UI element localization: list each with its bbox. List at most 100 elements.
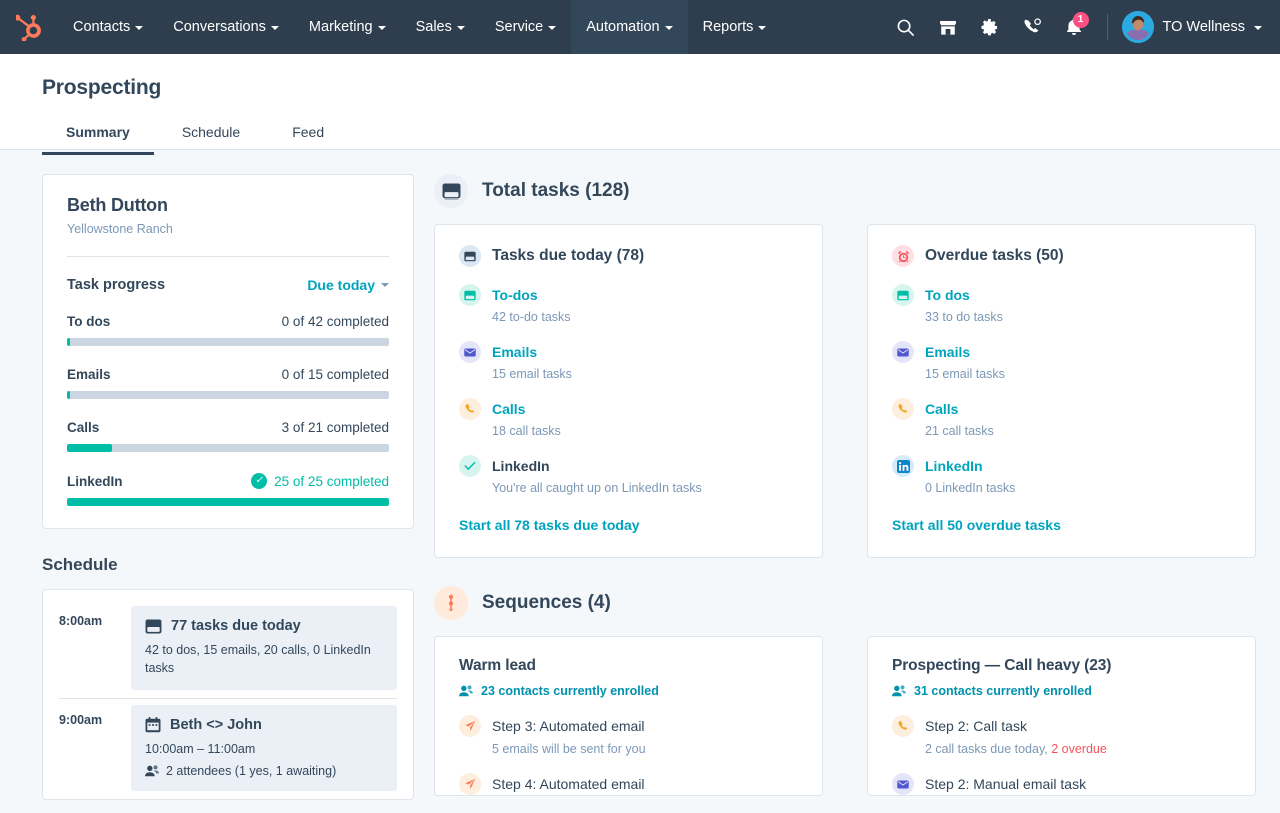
task-item-label: Emails xyxy=(925,344,970,360)
account-name: TO Wellness xyxy=(1163,19,1245,35)
task-item-todos[interactable]: To dos 33 to do tasks xyxy=(892,284,1231,324)
search-icon[interactable] xyxy=(887,8,925,46)
start-all-overdue-tasks-link[interactable]: Start all 50 overdue tasks xyxy=(892,517,1061,533)
progress-label: LinkedIn xyxy=(67,474,123,489)
task-item-todos[interactable]: To-dos 42 to-do tasks xyxy=(459,284,798,324)
schedule-event-block[interactable]: Beth <> John 10:00am – 11:00am xyxy=(131,705,397,791)
schedule-row[interactable]: 8:00am 77 tasks due today xyxy=(59,600,397,698)
nav-label: Service xyxy=(495,19,543,35)
sequences-section-header: Sequences (4) xyxy=(434,586,1256,620)
sequence-step[interactable]: Step 2: Call task 2 call tasks due today… xyxy=(892,715,1231,756)
paper-plane-icon xyxy=(459,773,481,795)
sequence-step-label: Step 4: Automated email xyxy=(492,776,645,792)
alarm-clock-icon xyxy=(892,245,914,267)
sequence-card-warm-lead: Warm lead 23 contacts currently enrolled xyxy=(434,636,823,796)
task-item-label: Emails xyxy=(492,344,537,360)
nav-item-sales[interactable]: Sales xyxy=(401,0,480,54)
nav-item-service[interactable]: Service xyxy=(480,0,571,54)
sequence-enrolled-text: 31 contacts currently enrolled xyxy=(914,684,1092,698)
phone-icon xyxy=(459,398,481,420)
sequence-step[interactable]: Step 2: Manual email task xyxy=(892,773,1231,795)
progress-row-calls: Calls 3 of 21 completed xyxy=(67,420,389,452)
sequence-title: Prospecting — Call heavy (23) xyxy=(892,657,1231,675)
nav-menu: Contacts Conversations Marketing Sales S… xyxy=(58,0,781,54)
nav-label: Sales xyxy=(416,19,452,35)
sequence-step[interactable]: Step 4: Automated email xyxy=(459,773,798,795)
schedule-card: 8:00am 77 tasks due today xyxy=(42,589,414,800)
contacts-icon xyxy=(459,685,473,697)
task-item-label: LinkedIn xyxy=(925,458,983,474)
progress-bar-fill xyxy=(67,391,70,399)
calling-icon[interactable] xyxy=(1013,8,1051,46)
tab-schedule[interactable]: Schedule xyxy=(158,118,264,155)
notifications-bell-icon[interactable]: 1 xyxy=(1055,8,1093,46)
task-item-sub: 18 call tasks xyxy=(459,424,798,438)
progress-label: Emails xyxy=(67,367,111,382)
attendees-icon xyxy=(145,765,159,777)
task-item-emails[interactable]: Emails 15 email tasks xyxy=(459,341,798,381)
nav-item-marketing[interactable]: Marketing xyxy=(294,0,401,54)
contact-company: Yellowstone Ranch xyxy=(67,222,389,236)
avatar xyxy=(1122,11,1154,43)
task-item-label: To-dos xyxy=(492,287,538,303)
nav-item-contacts[interactable]: Contacts xyxy=(58,0,158,54)
schedule-event-attendees: 2 attendees (1 yes, 1 awaiting) xyxy=(145,764,383,778)
task-progress-header: Task progress Due today xyxy=(67,277,389,293)
tasks-due-today-card: Tasks due today (78) To-dos 42 to-do tas… xyxy=(434,224,823,558)
progress-row-todos: To dos 0 of 42 completed xyxy=(67,314,389,346)
divider xyxy=(67,256,389,257)
progress-row-emails: Emails 0 of 15 completed xyxy=(67,367,389,399)
progress-value-text: 25 of 25 completed xyxy=(274,474,389,489)
settings-gear-icon[interactable] xyxy=(971,8,1009,46)
progress-bar-fill xyxy=(67,444,112,452)
top-navigation-bar: Contacts Conversations Marketing Sales S… xyxy=(0,0,1280,54)
task-item-label: To dos xyxy=(925,287,970,303)
progress-bar-fill xyxy=(67,498,389,506)
account-menu[interactable]: TO Wellness xyxy=(1122,11,1266,43)
sequence-enrolled-link[interactable]: 31 contacts currently enrolled xyxy=(892,684,1231,698)
email-icon xyxy=(892,341,914,363)
sequence-step-label: Step 2: Manual email task xyxy=(925,776,1086,792)
marketplace-icon[interactable] xyxy=(929,8,967,46)
schedule-event-sub: 10:00am – 11:00am xyxy=(145,740,383,758)
todo-icon xyxy=(892,284,914,306)
nav-right-actions: 1 TO Wellness xyxy=(887,0,1266,54)
schedule-event-block[interactable]: 77 tasks due today 42 to dos, 15 emails,… xyxy=(131,606,397,690)
schedule-row[interactable]: 9:00am xyxy=(59,698,397,799)
total-tasks-section-header: Total tasks (128) xyxy=(434,174,1256,208)
sequence-enrolled-link[interactable]: 23 contacts currently enrolled xyxy=(459,684,798,698)
chevron-down-icon xyxy=(758,26,766,30)
hubspot-sprocket-logo[interactable] xyxy=(0,0,58,54)
tab-feed[interactable]: Feed xyxy=(268,118,348,155)
chevron-down-icon xyxy=(457,26,465,30)
task-item-calls[interactable]: Calls 18 call tasks xyxy=(459,398,798,438)
task-item-emails[interactable]: Emails 15 email tasks xyxy=(892,341,1231,381)
page-header: Prospecting Summary Schedule Feed xyxy=(0,54,1280,150)
nav-label: Contacts xyxy=(73,19,130,35)
progress-value: ✓ 25 of 25 completed xyxy=(251,473,389,489)
tab-summary[interactable]: Summary xyxy=(42,118,154,155)
schedule-attendees-text: 2 attendees (1 yes, 1 awaiting) xyxy=(166,764,336,778)
tasks-cards-row: Tasks due today (78) To-dos 42 to-do tas… xyxy=(434,224,1256,558)
nav-item-reports[interactable]: Reports xyxy=(688,0,782,54)
sequence-step-sub: 2 call tasks due today, 2 overdue xyxy=(892,742,1231,756)
task-item-linkedin: LinkedIn You're all caught up on LinkedI… xyxy=(459,455,798,495)
todo-icon xyxy=(459,284,481,306)
schedule-time: 8:00am xyxy=(59,600,131,698)
nav-item-conversations[interactable]: Conversations xyxy=(158,0,294,54)
chevron-down-icon xyxy=(548,26,556,30)
start-all-tasks-due-today-link[interactable]: Start all 78 tasks due today xyxy=(459,517,640,533)
due-today-filter-dropdown[interactable]: Due today xyxy=(307,277,389,293)
contacts-icon xyxy=(892,685,906,697)
sequence-title: Warm lead xyxy=(459,657,798,675)
task-item-linkedin[interactable]: LinkedIn 0 LinkedIn tasks xyxy=(892,455,1231,495)
right-column: Total tasks (128) Tasks due today (78) xyxy=(434,174,1256,813)
task-item-calls[interactable]: Calls 21 call tasks xyxy=(892,398,1231,438)
sequence-step[interactable]: Step 3: Automated email 5 emails will be… xyxy=(459,715,798,756)
page-title: Prospecting xyxy=(42,76,1280,100)
task-item-sub: 42 to-do tasks xyxy=(459,310,798,324)
sequences-title: Sequences (4) xyxy=(482,592,611,614)
progress-bar-track xyxy=(67,338,389,346)
todo-icon xyxy=(459,245,481,267)
nav-item-automation[interactable]: Automation xyxy=(571,0,687,54)
